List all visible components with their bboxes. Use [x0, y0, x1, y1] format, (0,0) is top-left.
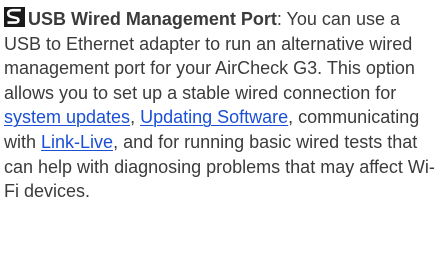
term-usb-wired-management-port: USB Wired Management Port — [28, 9, 277, 29]
usb-port-icon — [4, 7, 25, 27]
link-updating-software[interactable]: Updating Software — [140, 107, 288, 127]
link-link-live[interactable]: Link-Live — [41, 132, 113, 152]
link-system-updates[interactable]: system updates — [4, 107, 130, 127]
separator-comma: , — [130, 107, 141, 128]
usb-port-description: USB Wired Management Port: You can use a… — [4, 7, 441, 204]
